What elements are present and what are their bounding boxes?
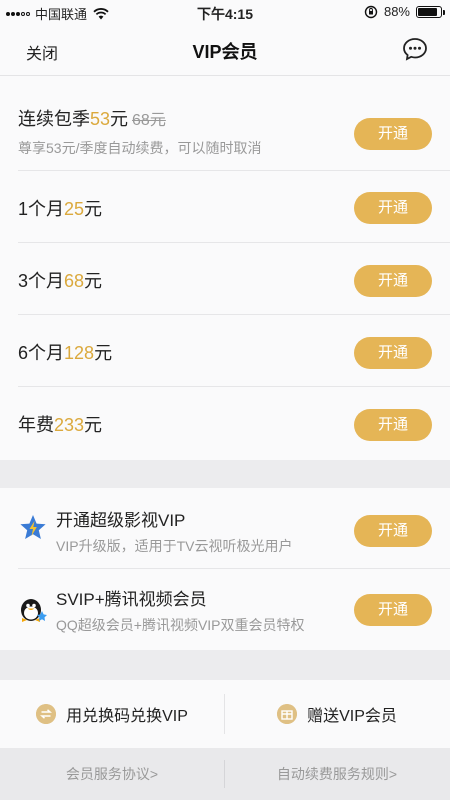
plan-price: 25 xyxy=(64,199,85,219)
orientation-lock-icon xyxy=(364,5,378,18)
plan-price: 233 xyxy=(54,415,85,435)
gift-vip-button[interactable]: 赠送VIP会员 xyxy=(225,680,449,748)
plan-price: 53 xyxy=(90,109,111,129)
status-right: 88% xyxy=(364,4,445,19)
battery-icon xyxy=(416,5,445,18)
plan-label: 连续包季 xyxy=(18,109,90,129)
premium-description: QQ超级会员+腾讯视频VIP双重会员特权 xyxy=(56,617,305,633)
plan-list: 连续包季53元 68元 尊享53元/季度自动续费，可以随时取消 开通 1个月25元… xyxy=(0,76,450,460)
plan-name: 连续包季53元 68元 xyxy=(18,105,166,131)
redeem-code-button[interactable]: 用兑换码兑换VIP xyxy=(0,680,224,748)
premium-item-super-video-vip: 开通超级影视VIP VIP升级版，适用于TV云视听极光用户 开通 xyxy=(0,488,450,569)
page-title: VIP会员 xyxy=(192,42,258,62)
chat-bubble-icon[interactable] xyxy=(402,37,428,61)
plan-label: 6个月 xyxy=(18,343,65,363)
open-button[interactable]: 开通 xyxy=(354,118,432,150)
plan-item-6-months: 6个月128元 开通 xyxy=(0,315,450,387)
auto-renew-rules-link[interactable]: 自动续费服务规则> xyxy=(225,748,449,800)
plan-item-3-months: 3个月68元 开通 xyxy=(0,243,450,315)
plan-unit: 元 xyxy=(94,343,113,363)
status-bar: 中国联通 下午4:15 88% xyxy=(0,0,450,24)
premium-title: SVIP+腾讯视频会员 xyxy=(56,590,207,609)
open-button[interactable]: 开通 xyxy=(354,265,432,297)
qq-penguin-icon xyxy=(21,599,47,622)
open-button[interactable]: 开通 xyxy=(354,409,432,441)
plan-item-quarterly: 连续包季53元 68元 尊享53元/季度自动续费，可以随时取消 开通 xyxy=(0,76,450,171)
open-button[interactable]: 开通 xyxy=(354,515,432,547)
service-agreement-link[interactable]: 会员服务协议> xyxy=(0,748,224,800)
plan-label: 年费 xyxy=(18,415,54,435)
plan-item-annual: 年费233元 开通 xyxy=(0,387,450,460)
plan-name: 6个月128元 xyxy=(18,339,112,365)
premium-description: VIP升级版，适用于TV云视听极光用户 xyxy=(56,538,293,554)
open-button[interactable]: 开通 xyxy=(354,337,432,369)
plan-label: 3个月 xyxy=(18,271,65,291)
plan-description: 尊享53元/季度自动续费，可以随时取消 xyxy=(18,140,262,156)
plan-unit: 元 xyxy=(84,199,103,219)
plan-item-1-month: 1个月25元 开通 xyxy=(0,171,450,243)
open-button[interactable]: 开通 xyxy=(354,192,432,224)
premium-title: 开通超级影视VIP xyxy=(56,511,186,530)
premium-list: 开通超级影视VIP VIP升级版，适用于TV云视听极光用户 开通 SVIP+腾讯… xyxy=(0,488,450,650)
premium-item-svip-tencent: SVIP+腾讯视频会员 QQ超级会员+腾讯视频VIP双重会员特权 开通 xyxy=(0,569,450,650)
plan-unit: 元 xyxy=(84,271,103,291)
plan-original-price: 68元 xyxy=(132,112,166,129)
gift-label: 赠送VIP会员 xyxy=(307,708,397,725)
plan-name: 3个月68元 xyxy=(18,267,102,293)
plan-price: 128 xyxy=(64,343,95,363)
bottom-actions: 用兑换码兑换VIP 赠送VIP会员 xyxy=(0,680,450,748)
star-vip-icon xyxy=(20,515,46,539)
plan-unit: 元 xyxy=(110,109,129,129)
plan-price: 68 xyxy=(64,271,85,291)
exchange-icon xyxy=(36,704,57,724)
plan-unit: 元 xyxy=(84,415,103,435)
gift-icon xyxy=(277,704,298,724)
section-gap xyxy=(0,650,450,680)
redeem-label: 用兑换码兑换VIP xyxy=(66,708,188,725)
section-gap xyxy=(0,460,450,488)
nav-bar: 关闭 VIP会员 xyxy=(0,24,450,76)
plan-name: 1个月25元 xyxy=(18,195,102,221)
open-button[interactable]: 开通 xyxy=(354,594,432,626)
battery-percent: 88% xyxy=(383,4,410,19)
plan-name: 年费233元 xyxy=(18,411,102,437)
plan-label: 1个月 xyxy=(18,199,65,219)
footer-links: 会员服务协议> 自动续费服务规则> xyxy=(0,748,450,800)
